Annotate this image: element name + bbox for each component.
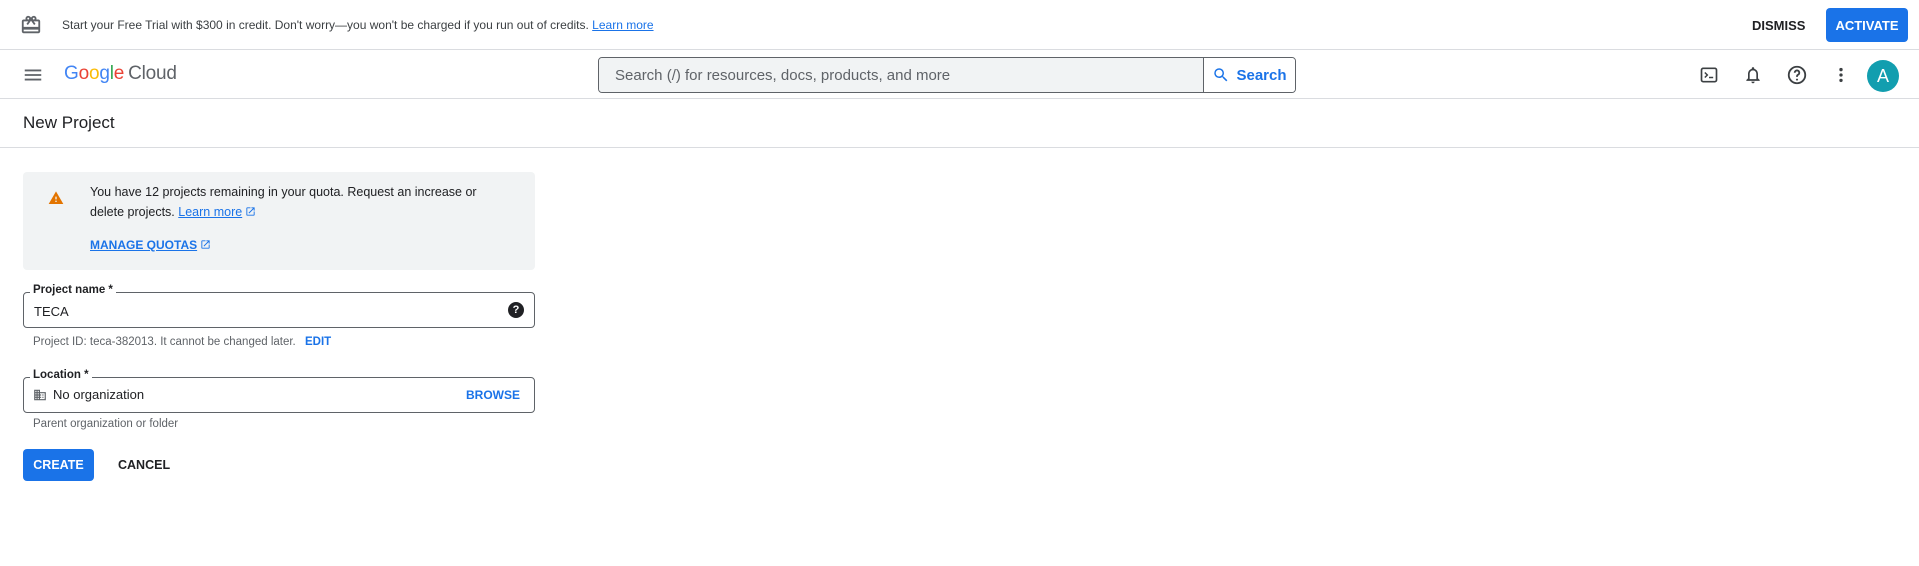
location-label: Location * [30, 369, 92, 381]
gift-icon [21, 15, 41, 34]
logo-letter: o [88, 63, 100, 84]
cloud-shell-icon[interactable] [1695, 61, 1723, 89]
create-button[interactable]: CREATE [23, 449, 94, 481]
building-icon [34, 389, 46, 401]
banner-message: Start your Free Trial with $300 in credi… [62, 18, 654, 32]
logo-letter: o [78, 63, 90, 84]
location-hint: Parent organization or folder [33, 418, 179, 430]
top-header: GoogleCloud Search A [0, 51, 1919, 99]
warning-triangle-icon [48, 191, 64, 204]
search-icon [1214, 68, 1228, 82]
search-bar: Search [598, 57, 1296, 93]
search-button[interactable]: Search [1203, 58, 1295, 92]
manage-quotas-label: MANAGE QUOTAS [90, 238, 198, 252]
more-vert-icon[interactable] [1827, 61, 1855, 89]
project-name-field: Project name * ? [23, 284, 535, 328]
project-id-hint: Project ID: teca-382013. It cannot be ch… [33, 336, 331, 348]
project-name-label: Project name * [30, 284, 116, 296]
banner-learn-more-link[interactable]: Learn more [592, 18, 653, 32]
hamburger-menu-icon[interactable] [22, 64, 44, 86]
page-title: New Project [23, 113, 115, 132]
page-title-bar: New Project [0, 100, 1919, 148]
location-field[interactable]: Location * No organization BROWSE [23, 369, 535, 413]
project-name-input[interactable] [34, 301, 494, 321]
project-id-text: Project ID: teca-382013. It cannot be ch… [33, 336, 296, 348]
search-button-label: Search [1236, 66, 1287, 84]
activate-button[interactable]: ACTIVATE [1826, 8, 1908, 42]
logo-letter: e [113, 63, 125, 84]
quota-notice-text: You have 12 projects remaining in your q… [90, 182, 510, 222]
external-link-icon [201, 240, 210, 249]
quota-learn-more-label: Learn more [178, 205, 243, 219]
avatar[interactable]: A [1867, 60, 1899, 92]
manage-quotas-link[interactable]: MANAGE QUOTAS [90, 238, 211, 252]
quota-notice: You have 12 projects remaining in your q… [23, 172, 535, 270]
help-circle-icon[interactable] [1783, 61, 1811, 89]
free-trial-banner: Start your Free Trial with $300 in credi… [0, 0, 1919, 50]
google-cloud-logo[interactable]: Google Cloud [64, 63, 177, 85]
edit-project-id-button[interactable]: EDIT [305, 336, 331, 348]
banner-message-text: Start your Free Trial with $300 in credi… [62, 18, 589, 32]
quota-learn-more-link[interactable]: Learn more [178, 205, 256, 219]
location-value: No organization [53, 387, 145, 402]
cancel-button[interactable]: CANCEL [108, 449, 180, 481]
external-link-icon [246, 207, 255, 216]
browse-button[interactable]: BROWSE [466, 388, 520, 402]
logo-letter: g [99, 63, 110, 84]
quota-message: You have 12 projects remaining in your q… [90, 185, 477, 219]
dismiss-button[interactable]: DISMISS [1740, 8, 1817, 42]
bell-icon[interactable] [1739, 61, 1767, 89]
search-input[interactable] [599, 58, 1203, 92]
logo-product-name: Cloud [128, 63, 177, 84]
help-icon[interactable]: ? [508, 302, 524, 318]
logo-letter: G [64, 63, 79, 84]
